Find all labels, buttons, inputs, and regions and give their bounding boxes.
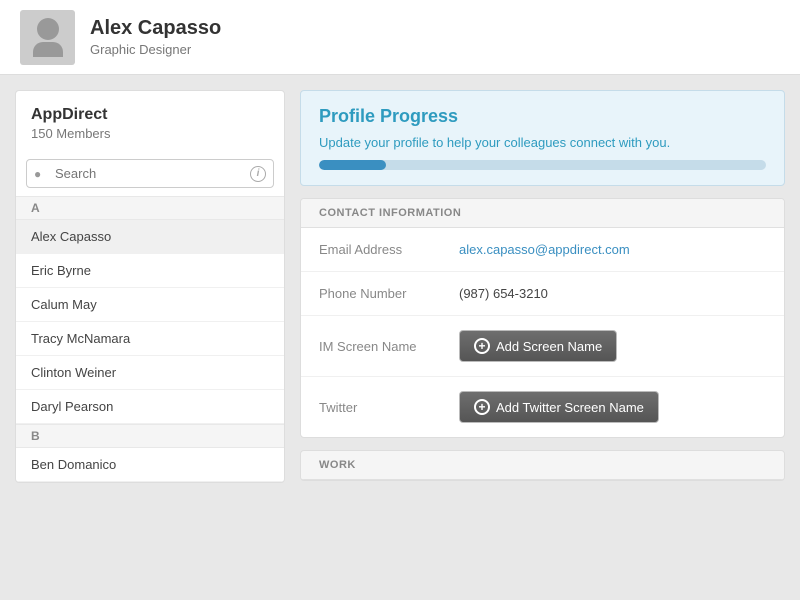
group-label-a: A [16,196,284,220]
search-box: ● i [26,159,274,188]
email-row: Email Address alex.capasso@appdirect.com [301,228,784,272]
phone-label: Phone Number [319,286,459,301]
member-count: 150 Members [31,126,269,141]
list-item[interactable]: Tracy McNamara [16,322,284,356]
plus-icon: + [474,338,490,354]
im-label: IM Screen Name [319,339,459,354]
email-value: alex.capasso@appdirect.com [459,242,630,257]
right-panel: Profile Progress Update your profile to … [300,90,785,483]
list-item[interactable]: Alex Capasso [16,220,284,254]
twitter-label: Twitter [319,400,459,415]
email-label: Email Address [319,242,459,257]
plus-icon: + [474,399,490,415]
main-layout: AppDirect 150 Members ● i A Alex Capasso… [0,75,800,498]
list-item[interactable]: Ben Domanico [16,448,284,482]
profile-progress-title: Profile Progress [319,106,766,127]
info-icon: i [250,166,266,182]
profile-progress-panel: Profile Progress Update your profile to … [300,90,785,186]
member-list: A Alex Capasso Eric Byrne Calum May Trac… [16,196,284,482]
header-name: Alex Capasso [90,17,221,40]
phone-value: (987) 654-3210 [459,286,548,301]
sidebar: AppDirect 150 Members ● i A Alex Capasso… [15,90,285,483]
work-section: WORK [300,450,785,481]
list-item[interactable]: Eric Byrne [16,254,284,288]
contact-info-section: CONTACT INFORMATION Email Address alex.c… [300,198,785,438]
add-twitter-button[interactable]: + Add Twitter Screen Name [459,391,659,423]
header-job-title: Graphic Designer [90,42,221,57]
avatar-head [37,18,59,40]
group-label-b: B [16,424,284,448]
profile-progress-description: Update your profile to help your colleag… [319,135,766,150]
avatar-body [33,42,63,57]
list-item[interactable]: Calum May [16,288,284,322]
list-item[interactable]: Daryl Pearson [16,390,284,424]
search-icon: ● [34,167,41,181]
add-screen-name-label: Add Screen Name [496,339,602,354]
header-info: Alex Capasso Graphic Designer [90,17,221,57]
header: Alex Capasso Graphic Designer [0,0,800,75]
phone-row: Phone Number (987) 654-3210 [301,272,784,316]
im-screen-name-row: IM Screen Name + Add Screen Name [301,316,784,377]
contact-info-header: CONTACT INFORMATION [301,199,784,228]
progress-bar-background [319,160,766,170]
work-section-header: WORK [301,451,784,480]
sidebar-header: AppDirect 150 Members [16,91,284,151]
search-input[interactable] [26,159,274,188]
progress-bar-fill [319,160,386,170]
list-item[interactable]: Clinton Weiner [16,356,284,390]
org-name: AppDirect [31,106,269,124]
add-twitter-label: Add Twitter Screen Name [496,400,644,415]
twitter-row: Twitter + Add Twitter Screen Name [301,377,784,437]
add-screen-name-button[interactable]: + Add Screen Name [459,330,617,362]
avatar [20,10,75,65]
